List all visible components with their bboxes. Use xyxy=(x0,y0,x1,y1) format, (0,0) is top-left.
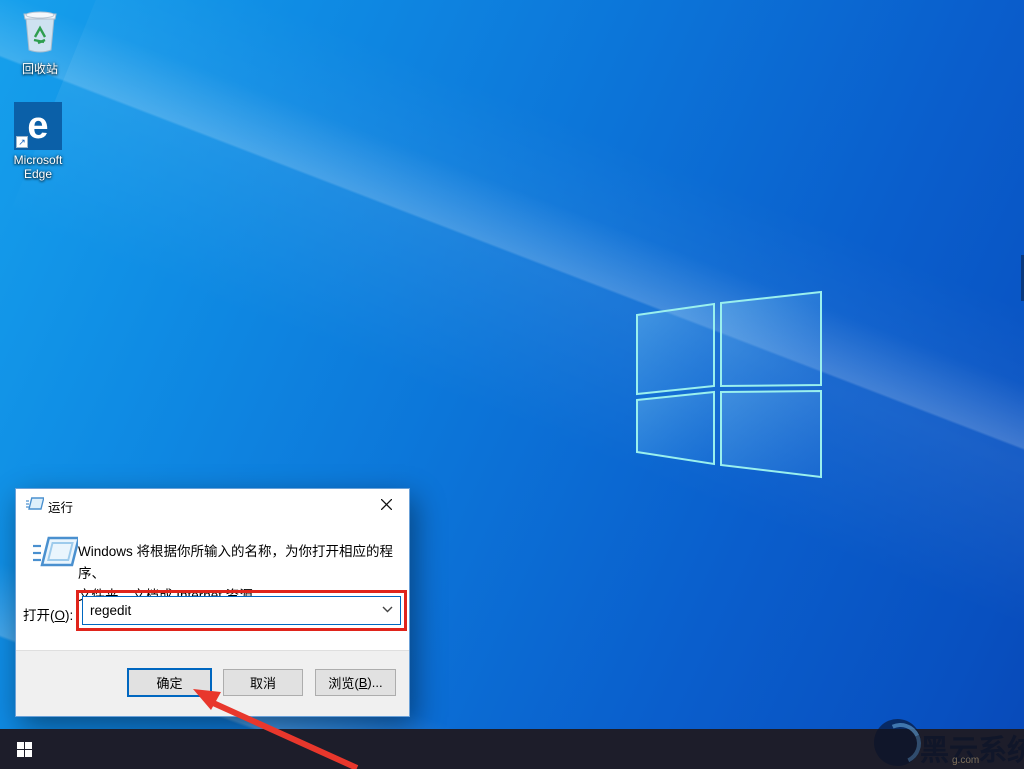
edge-tile: e ↗ xyxy=(14,102,62,150)
shortcut-arrow-icon: ↗ xyxy=(16,136,28,148)
close-button[interactable] xyxy=(363,489,409,519)
run-dialog-icon xyxy=(32,533,78,573)
edge-e-icon: e xyxy=(27,102,48,150)
open-field-label: 打开(O): xyxy=(23,603,73,629)
browse-button[interactable]: 浏览(B)... xyxy=(315,669,396,696)
run-command-input[interactable]: regedit xyxy=(82,596,401,625)
desktop-icon-microsoft-edge[interactable]: e ↗ Microsoft Edge xyxy=(0,102,76,181)
ok-button[interactable]: 确定 xyxy=(127,668,212,697)
taskbar: 黑云系统 g.com 在此键入进行搜索 e xyxy=(0,729,1024,769)
desktop-icon-label: Microsoft Edge xyxy=(0,153,76,181)
input-value: regedit xyxy=(90,597,131,624)
desktop-icon-recycle-bin[interactable]: 回收站 xyxy=(2,6,78,76)
run-dialog: 运行 Windows 将根据你所输入的名称，为你打开相应的程序、 文件夹、文档或… xyxy=(15,488,410,717)
chevron-down-icon[interactable] xyxy=(382,606,393,613)
windows-logo-icon xyxy=(17,742,32,757)
watermark-logo-circle xyxy=(874,719,921,766)
description-line1: Windows 将根据你所输入的名称，为你打开相应的程序、 xyxy=(78,541,403,585)
run-dialog-titlebar[interactable]: 运行 xyxy=(16,489,409,519)
dialog-footer: 确定 取消 浏览(B)... xyxy=(16,650,409,716)
dialog-title: 运行 xyxy=(48,497,73,516)
watermark-subtext: g.com xyxy=(952,755,979,766)
desktop-icon-label: 回收站 xyxy=(2,62,78,76)
close-icon xyxy=(381,499,392,510)
run-app-icon xyxy=(26,497,44,511)
cancel-button[interactable]: 取消 xyxy=(223,669,303,696)
start-button[interactable] xyxy=(0,729,48,769)
recycle-bin-icon xyxy=(18,6,62,54)
desktop-screen: 回收站 e ↗ Microsoft Edge 运行 xyxy=(0,0,1024,769)
